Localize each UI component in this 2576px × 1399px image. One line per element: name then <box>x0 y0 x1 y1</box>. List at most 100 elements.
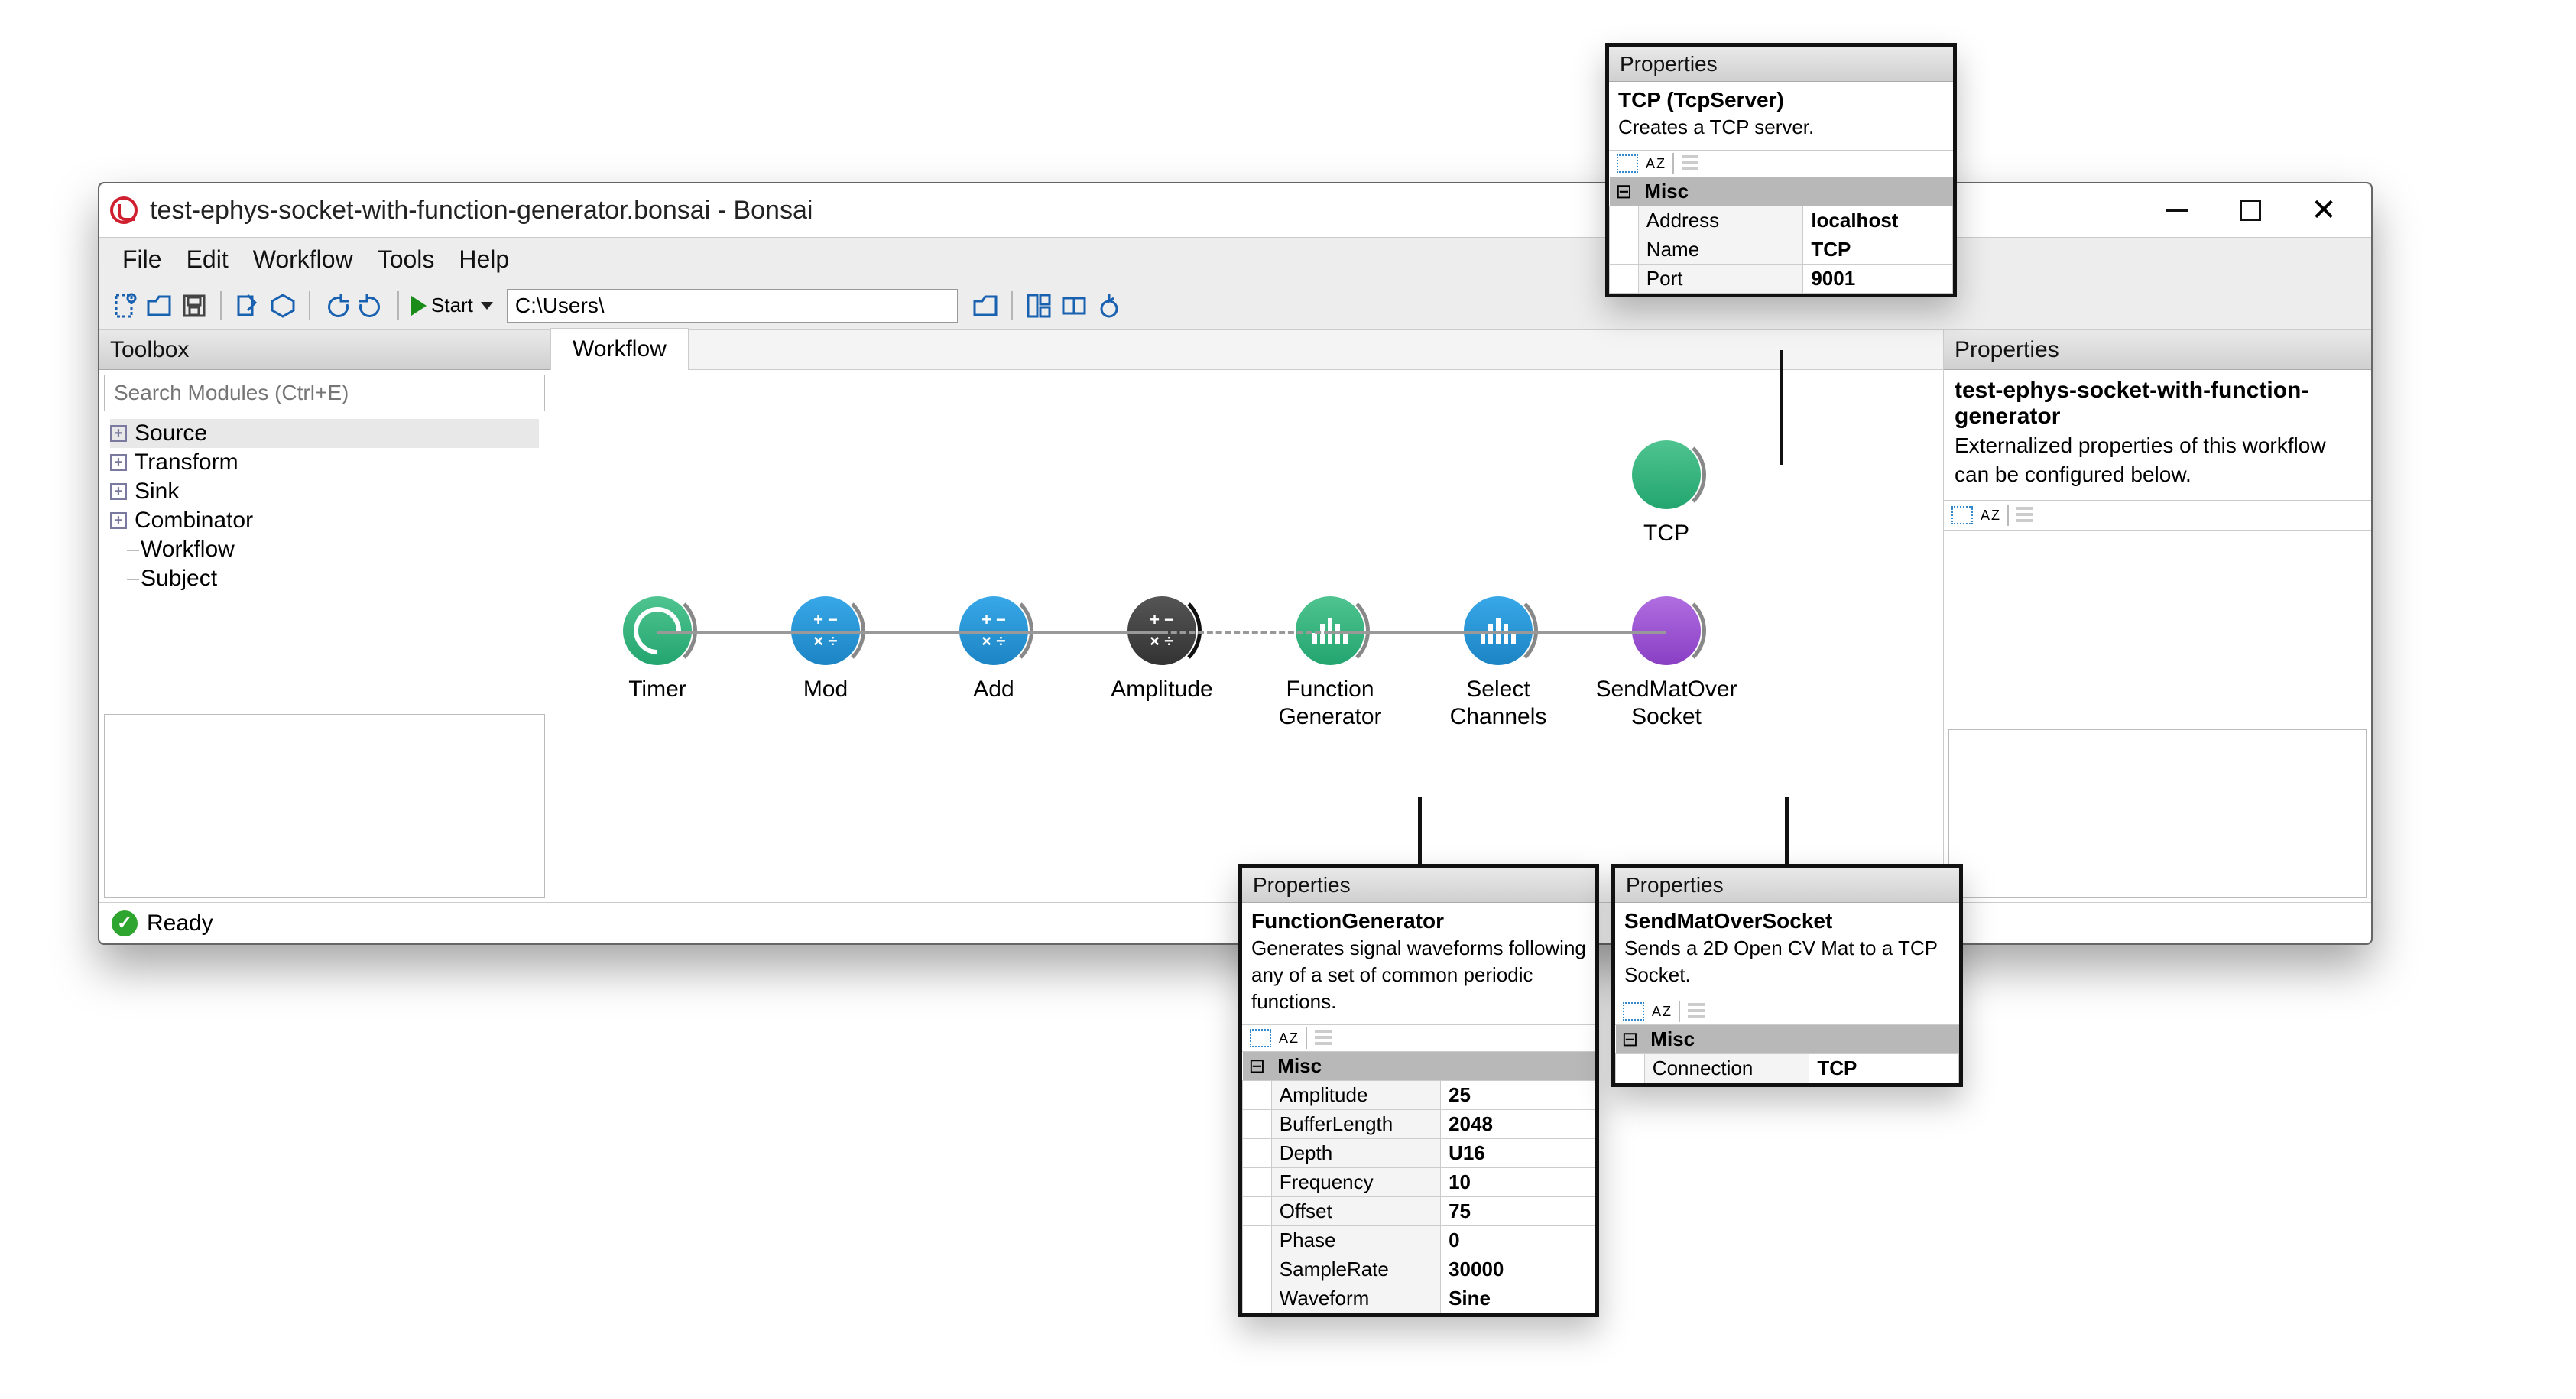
propertypages-icon[interactable] <box>1688 1003 1705 1020</box>
start-dropdown-icon[interactable] <box>481 302 493 310</box>
prop-row: NameTCP <box>1610 235 1953 265</box>
prop-value[interactable]: Sine <box>1441 1284 1595 1313</box>
prop-row: Frequency10 <box>1243 1168 1595 1197</box>
alphabetical-icon[interactable]: AZ <box>1279 1031 1298 1045</box>
node-amp[interactable]: +−×÷Amplitude <box>1082 596 1242 703</box>
package-icon[interactable] <box>269 292 297 320</box>
propertypages-icon[interactable] <box>1682 155 1698 172</box>
menu-edit[interactable]: Edit <box>187 245 229 274</box>
expand-icon[interactable]: + <box>110 425 127 442</box>
new-file-icon[interactable] <box>110 292 138 320</box>
node-label: SendMatOverSocket <box>1586 676 1747 731</box>
menu-file[interactable]: File <box>122 245 162 274</box>
alphabetical-icon[interactable]: AZ <box>1646 157 1665 170</box>
menu-help[interactable]: Help <box>459 245 509 274</box>
tree-item-workflow[interactable]: Workflow <box>110 535 539 564</box>
categorized-icon[interactable] <box>1951 506 1973 524</box>
prop-value[interactable]: TCP <box>1809 1054 1959 1083</box>
node-send[interactable]: SendMatOverSocket <box>1586 596 1747 731</box>
prop-row: BufferLength2048 <box>1243 1110 1595 1139</box>
node-timer[interactable]: Timer <box>577 596 738 703</box>
propertygrid-toolbar: AZ <box>1609 150 1953 177</box>
connector-line <box>1418 797 1422 865</box>
categorized-icon[interactable] <box>1617 154 1638 173</box>
menu-tools[interactable]: Tools <box>378 245 435 274</box>
maximize-button[interactable] <box>2240 200 2261 221</box>
prop-value[interactable]: 2048 <box>1441 1110 1595 1139</box>
prop-value[interactable]: 10 <box>1441 1168 1595 1197</box>
prop-row: ConnectionTCP <box>1616 1054 1959 1083</box>
prop-value[interactable]: localhost <box>1803 206 1953 235</box>
app-icon <box>110 196 138 224</box>
prop-value[interactable]: 25 <box>1441 1081 1595 1110</box>
tree-item-transform[interactable]: + Transform <box>110 448 539 477</box>
tree-item-sink[interactable]: + Sink <box>110 477 539 506</box>
node-add[interactable]: +−×÷Add <box>913 596 1074 703</box>
node-sel[interactable]: SelectChannels <box>1418 596 1578 731</box>
workflow-tab[interactable]: Workflow <box>550 328 689 370</box>
start-button[interactable]: Start <box>411 294 493 317</box>
categorized-icon[interactable] <box>1623 1002 1644 1021</box>
close-button[interactable]: ✕ <box>2305 192 2342 229</box>
status-text: Ready <box>147 910 213 936</box>
propertygrid-toolbar: AZ <box>1615 998 1959 1025</box>
alphabetical-icon[interactable]: AZ <box>1981 508 2000 522</box>
working-directory-input[interactable] <box>507 289 958 323</box>
prop-value[interactable]: TCP <box>1803 235 1953 265</box>
status-ok-icon: ✓ <box>112 910 138 936</box>
prop-key: Offset <box>1271 1197 1440 1226</box>
node-tcp[interactable]: TCP <box>1586 440 1747 547</box>
toolbox-search-input[interactable] <box>104 375 545 411</box>
node-label: SelectChannels <box>1418 676 1578 731</box>
prop-key: Waveform <box>1271 1284 1440 1313</box>
prop-row: SampleRate30000 <box>1243 1255 1595 1284</box>
prop-row: Offset75 <box>1243 1197 1595 1226</box>
browse-folder-icon[interactable] <box>972 292 999 320</box>
propertypages-icon[interactable] <box>2016 507 2033 524</box>
prop-value[interactable]: 9001 <box>1803 265 1953 294</box>
collapse-icon[interactable]: ⊟ <box>1243 1052 1272 1081</box>
tree-label: Transform <box>135 450 238 476</box>
workflow-canvas[interactable]: TCP Timer +−×÷Mod+−×÷Add+−×÷AmplitudeFunct… <box>550 370 1943 902</box>
expand-icon[interactable]: + <box>110 512 127 529</box>
undo-icon[interactable] <box>323 292 350 320</box>
node-fg[interactable]: FunctionGenerator <box>1250 596 1410 731</box>
popup-desc: Sends a 2D Open CV Mat to a TCP Socket. <box>1615 933 1959 998</box>
collapse-icon[interactable]: ⊟ <box>1616 1025 1645 1054</box>
popup-name: FunctionGenerator <box>1242 903 1595 933</box>
prop-key: SampleRate <box>1271 1255 1440 1284</box>
main-window: test-ephys-socket-with-function-generato… <box>98 182 2373 945</box>
reload-icon[interactable] <box>1095 292 1123 320</box>
export-icon[interactable] <box>234 292 261 320</box>
workflow-panel: Workflow TCP Timer +−×÷Mod+−×÷Add+−×÷Ampli… <box>550 330 1943 902</box>
prop-value[interactable]: 75 <box>1441 1197 1595 1226</box>
prop-row: Phase0 <box>1243 1226 1595 1255</box>
group-icon[interactable] <box>1060 292 1088 320</box>
redo-icon[interactable] <box>358 292 385 320</box>
prop-value[interactable]: U16 <box>1441 1139 1595 1168</box>
node-label: Timer <box>577 676 738 703</box>
minimize-button[interactable] <box>2159 192 2195 229</box>
categorized-icon[interactable] <box>1250 1029 1271 1047</box>
prop-value[interactable]: 30000 <box>1441 1255 1595 1284</box>
toolbox-description-area <box>104 714 545 898</box>
prop-row: WaveformSine <box>1243 1284 1595 1313</box>
toolbox-tree: + Source + Transform + Sink + Combinator… <box>99 416 550 709</box>
layout-icon[interactable] <box>1025 292 1053 320</box>
open-file-icon[interactable] <box>145 292 173 320</box>
save-icon[interactable] <box>180 292 208 320</box>
expand-icon[interactable]: + <box>110 483 127 500</box>
prop-value[interactable]: 0 <box>1441 1226 1595 1255</box>
expand-icon[interactable]: + <box>110 454 127 471</box>
tree-item-source[interactable]: + Source <box>110 419 539 448</box>
tree-label: Workflow <box>141 537 235 563</box>
alphabetical-icon[interactable]: AZ <box>1652 1005 1671 1018</box>
node-mod[interactable]: +−×÷Mod <box>745 596 906 703</box>
properties-desc: Externalized properties of this workflow… <box>1944 431 2371 500</box>
prop-key: Amplitude <box>1271 1081 1440 1110</box>
menu-workflow[interactable]: Workflow <box>253 245 353 274</box>
tree-item-subject[interactable]: Subject <box>110 564 539 593</box>
propertypages-icon[interactable] <box>1315 1030 1332 1047</box>
collapse-icon[interactable]: ⊟ <box>1610 177 1639 206</box>
tree-item-combinator[interactable]: + Combinator <box>110 506 539 535</box>
